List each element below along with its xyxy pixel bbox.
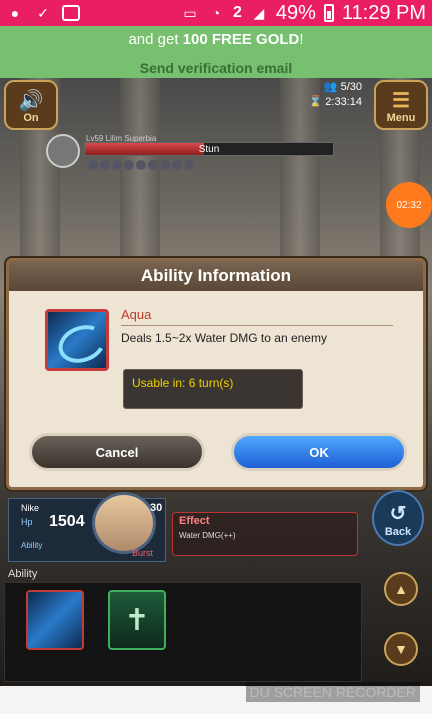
buff-icon [136,160,146,170]
sim-badge: 2 [232,4,242,21]
ability-info-dialog: Ability Information Aqua Deals 1.5~2x Wa… [6,258,426,490]
hourglass-icon: ⌛ [308,96,323,108]
buff-icon [148,160,158,170]
clock: 11:29 PM [341,1,426,24]
hero-name: Nike [21,503,40,513]
enemy-status-text: Stun [198,144,220,155]
buff-icon [184,160,194,170]
cooldown-text: Usable in: 6 turn(s) [123,369,303,409]
back-arrow-icon: ↺ [389,503,407,525]
dialog-title: Ability Information [9,261,423,291]
divider [121,325,393,326]
cross-icon: ✝ [124,603,150,637]
hero-portrait[interactable] [92,492,156,554]
back-button[interactable]: ↺ Back [372,490,424,546]
recording-timer[interactable]: 02:32 [386,182,432,228]
burst-label: Burst [132,548,154,558]
ok-button[interactable]: OK [231,433,407,471]
skill-name: Aqua [121,307,152,322]
enemy-hp-bar: Stun [84,142,334,156]
buff-icon [88,160,98,170]
effect-box: Effect Water DMG(++) [172,512,358,556]
menu-button[interactable]: ☰ Menu [374,80,428,130]
voicemail-icon [62,5,80,21]
buff-icon [124,160,134,170]
ability-gauge-label: Ability [21,541,43,550]
recorder-watermark: DU SCREEN RECORDER [245,682,420,702]
wifi-icon: ◔ [211,5,221,21]
buff-icon [100,160,110,170]
speaker-icon: 🔊 [18,90,44,112]
water-ability-slot[interactable] [26,590,84,650]
enemy-buff-icons [88,160,194,170]
effect-label: Effect [179,515,210,527]
status-bar: ● ✓ ▭ ◔ 2 ◢ 49% 11:29 PM [0,0,432,26]
buff-icon [172,160,182,170]
water-skill-icon [45,309,109,371]
skill-description: Deals 1.5~2x Water DMG to an enemy [121,331,327,345]
hero-level: 30 [150,502,163,514]
buff-icon [112,160,122,170]
banner-text: and get 100 FREE GOLD! [128,31,304,48]
hp-label: Hp [21,517,33,527]
signal-icon: ◢ [253,5,265,21]
cancel-button[interactable]: Cancel [29,433,205,471]
send-verification-link[interactable]: Send verification email [0,60,432,76]
menu-icon: ☰ [392,90,410,112]
battery-icon [323,4,334,22]
check-icon: ✓ [37,5,49,21]
enemy-portrait [46,134,80,168]
chevron-up-icon: ▲ [394,581,408,597]
cast-icon: ▭ [183,5,197,21]
cross-ability-slot[interactable]: ✝ [108,590,166,650]
effect-text: Water DMG(++) [179,531,236,540]
scroll-up-button[interactable]: ▲ [384,572,418,606]
sound-toggle-button[interactable]: 🔊 On [4,80,58,130]
hero-hp-value: 1504 [49,513,85,530]
ability-section-label: Ability [8,568,38,580]
game-scene: 🔊 On ☰ Menu 👥 5/30 ⌛ 2:33:14 Lv59 Lilim … [0,78,432,686]
chevron-down-icon: ▼ [394,641,408,657]
enemy-status: Lv59 Lilim Superbia Stun [46,134,336,174]
battle-counter: 👥 5/30 ⌛ 2:33:14 [308,81,362,108]
party-icon: 👥 [323,81,338,93]
verification-banner: and get 100 FREE GOLD! Send verification… [0,26,432,78]
battery-percent: 49% [275,1,316,24]
buff-icon [160,160,170,170]
scroll-down-button[interactable]: ▼ [384,632,418,666]
notification-icon: ● [10,5,20,21]
